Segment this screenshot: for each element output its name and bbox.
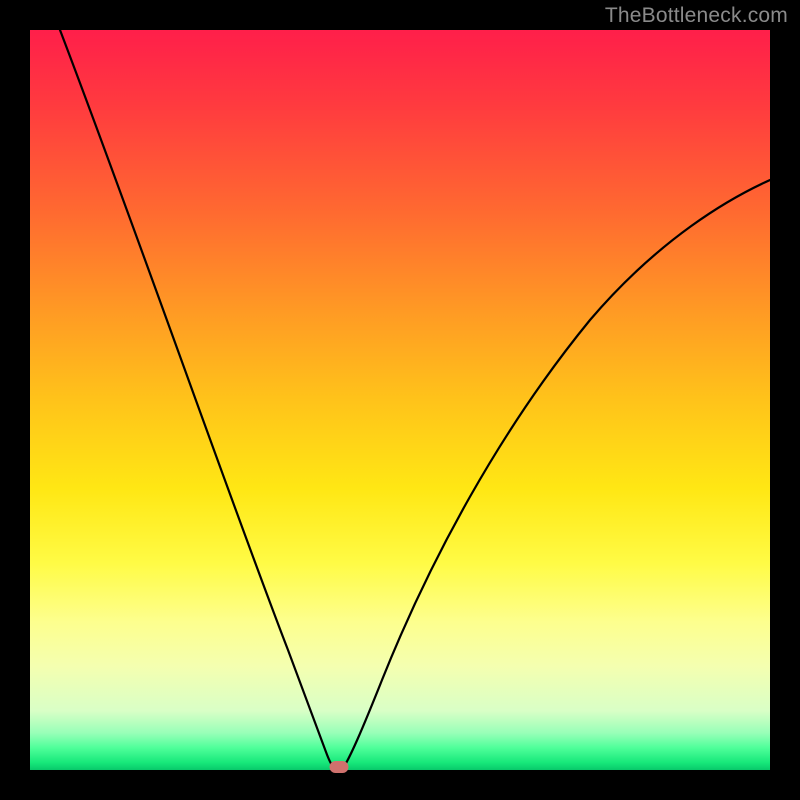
- watermark-text: TheBottleneck.com: [605, 4, 788, 28]
- valley-marker: [330, 761, 349, 773]
- chart-frame: TheBottleneck.com: [0, 0, 800, 800]
- curve-left-branch: [60, 30, 336, 770]
- curve-right-branch: [342, 180, 770, 770]
- bottleneck-curve: [30, 30, 770, 770]
- plot-area: [30, 30, 770, 770]
